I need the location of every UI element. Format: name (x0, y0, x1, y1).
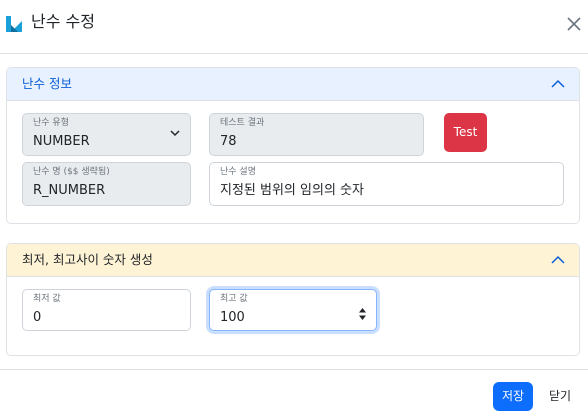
random-info-header[interactable]: 난수 정보 (7, 68, 579, 101)
spinner-icon[interactable] (359, 308, 366, 320)
max-value-input[interactable]: 최고 값 100 (209, 289, 377, 331)
chevron-up-icon (551, 255, 565, 264)
chevron-down-icon (170, 130, 180, 137)
save-button[interactable]: 저장 (493, 382, 533, 411)
close-button[interactable]: 닫기 (543, 382, 577, 411)
random-description-label: 난수 설명 (220, 167, 256, 177)
logo-icon (6, 16, 22, 32)
dialog-title: 난수 수정 (31, 12, 95, 31)
random-type-select[interactable]: 난수 유형 NUMBER (22, 113, 191, 156)
close-icon[interactable] (564, 14, 584, 34)
chevron-up-icon (551, 79, 565, 88)
random-description-field[interactable]: 난수 설명 지정된 범위의 임의의 숫자 (209, 162, 564, 206)
random-description-value: 지정된 범위의 임의의 숫자 (220, 183, 364, 198)
max-value-value: 100 (220, 310, 245, 325)
test-button[interactable]: Test (444, 113, 487, 152)
min-value-input[interactable]: 최저 값 0 (22, 289, 191, 331)
range-header[interactable]: 최저, 최고사이 숫자 생성 (7, 244, 579, 277)
dialog-header: 난수 수정 (0, 0, 588, 54)
random-type-value: NUMBER (33, 134, 90, 149)
test-result-label: 테스트 결과 (220, 118, 265, 128)
edit-random-dialog: 난수 수정 난수 정보 난수 유형 NUMBER 테스트 결과 78 Test … (0, 0, 588, 419)
min-value-label: 최저 값 (33, 294, 61, 304)
random-name-value: R_NUMBER (33, 183, 106, 198)
random-name-field: 난수 명 ($$ 생략됨) R_NUMBER (22, 162, 191, 206)
max-value-label: 최고 값 (220, 294, 248, 304)
test-result-value: 78 (220, 134, 237, 149)
random-info-title: 난수 정보 (22, 76, 72, 91)
random-type-label: 난수 유형 (33, 118, 69, 128)
min-value-value: 0 (33, 310, 42, 325)
random-name-label: 난수 명 ($$ 생략됨) (33, 167, 110, 177)
range-title: 최저, 최고사이 숫자 생성 (22, 252, 153, 267)
test-result-field: 테스트 결과 78 (209, 113, 424, 156)
